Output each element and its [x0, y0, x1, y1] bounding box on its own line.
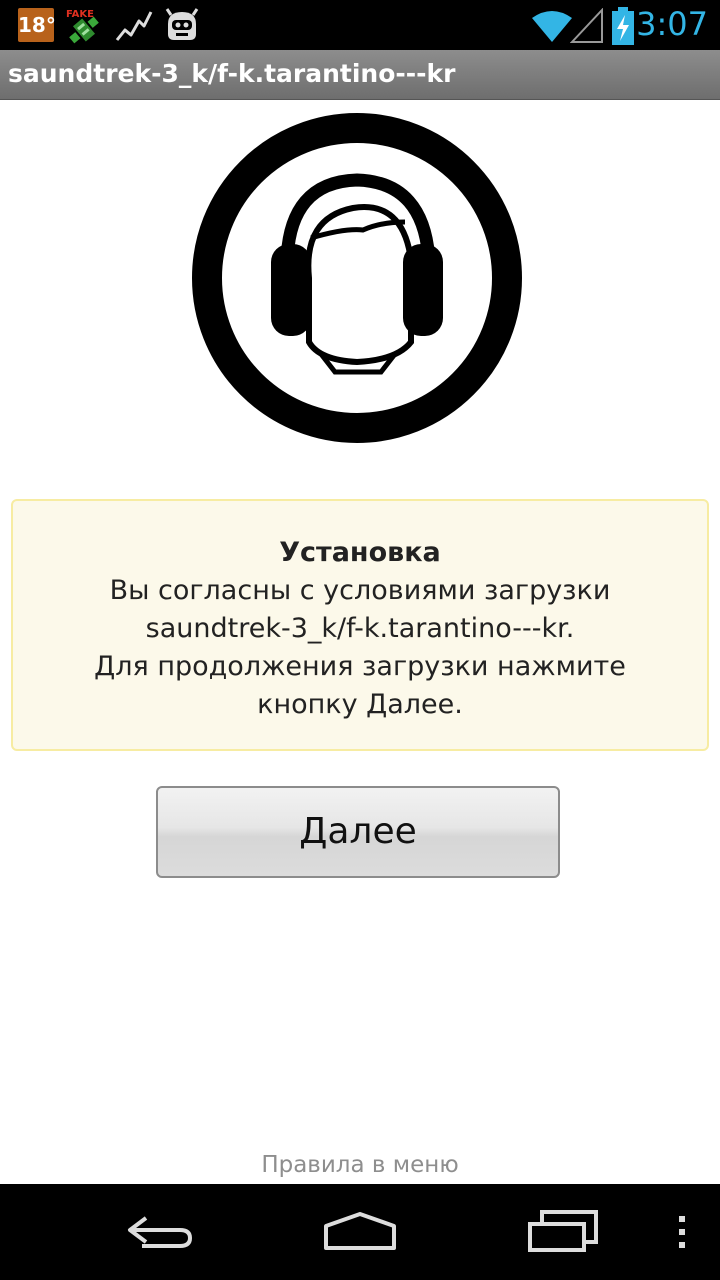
- headphones-logo-icon: [192, 113, 522, 443]
- cyanogenmod-icon: [165, 8, 199, 40]
- temperature-badge: 18°: [18, 8, 56, 42]
- rules-hint: Правила в меню: [261, 1152, 459, 1178]
- fake-label: FAKE: [66, 9, 94, 20]
- clock: 3:07: [636, 5, 708, 43]
- notice-line: saundtrek-3_k/f-k.tarantino---kr.: [145, 613, 575, 644]
- notice-heading: Установка: [279, 537, 441, 568]
- title-bar: saundtrek-3_k/f-k.tarantino---kr: [0, 50, 720, 100]
- activity-icon: [115, 11, 153, 41]
- install-notice: Установка Вы согласны с условиями загруз…: [11, 499, 709, 751]
- recent-apps-icon[interactable]: [524, 1208, 600, 1256]
- home-icon[interactable]: [320, 1208, 400, 1256]
- page-title: saundtrek-3_k/f-k.tarantino---kr: [8, 59, 456, 88]
- notice-line: Для продолжения загрузки нажмите: [94, 651, 626, 682]
- back-icon[interactable]: [122, 1208, 198, 1256]
- battery-charging-icon: [612, 7, 634, 45]
- navigation-bar: [0, 1184, 720, 1280]
- notice-line: кнопку Далее.: [257, 689, 463, 720]
- status-bar: 18° FAKE 3:07: [0, 0, 720, 50]
- menu-icon[interactable]: [672, 1208, 692, 1256]
- next-button[interactable]: Далее: [156, 786, 560, 878]
- signal-icon: [570, 8, 603, 43]
- notice-line: Вы согласны с условиями загрузки: [109, 575, 611, 606]
- wifi-icon: [532, 11, 572, 42]
- fake-gps-icon: FAKE: [66, 9, 99, 44]
